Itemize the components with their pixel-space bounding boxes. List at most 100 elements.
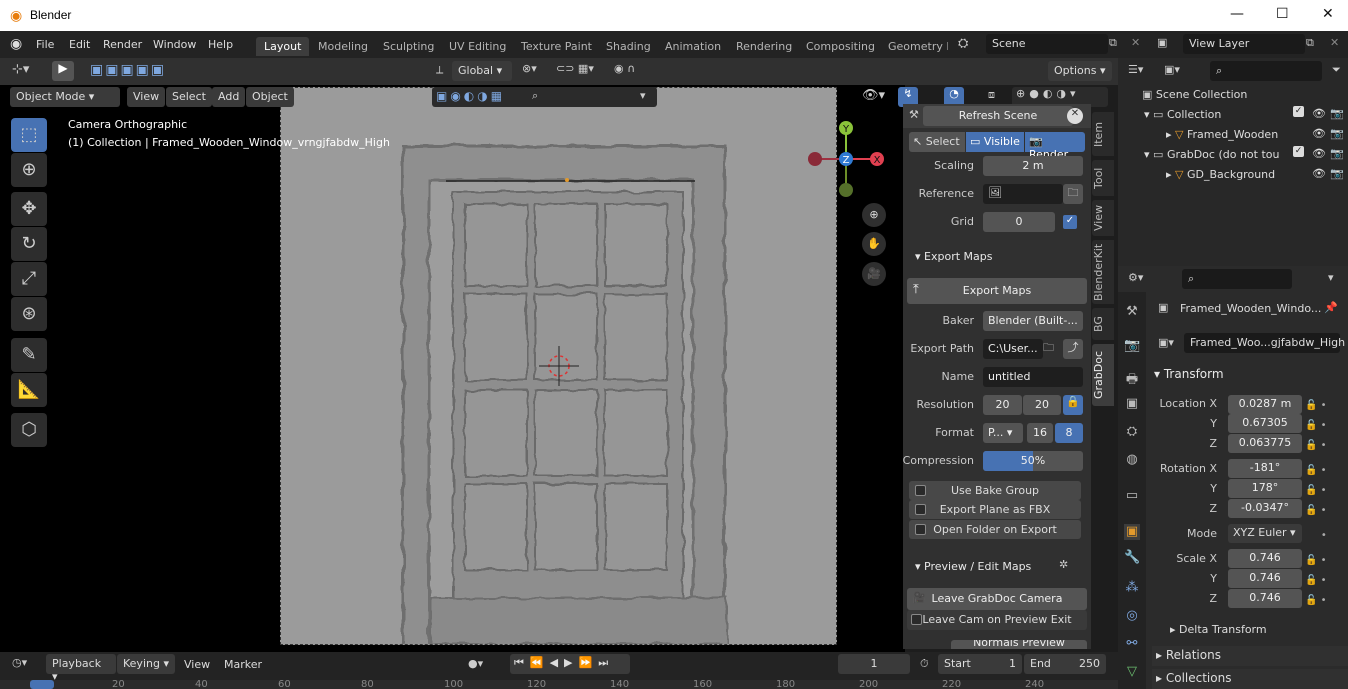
playback-controls[interactable]: ⏮⏪◀▶⏩⏭	[510, 654, 630, 674]
folder-icon[interactable]: 🗀	[1063, 184, 1083, 204]
minimize-icon[interactable]: —	[1230, 6, 1244, 22]
use-bake-group-toggle[interactable]: Use Bake Group	[909, 481, 1081, 500]
tab-grabdoc[interactable]: GrabDoc	[1092, 344, 1114, 406]
outliner-item-gd-background[interactable]: ▸ ▽ GD_Background	[1166, 165, 1275, 185]
browse-icon[interactable]: ⤴	[1063, 339, 1083, 359]
timeline-view-menu[interactable]: View	[184, 658, 210, 671]
view-layer-icon[interactable]: ▣	[1124, 396, 1140, 412]
scale-x-field[interactable]: 0.746	[1228, 549, 1302, 568]
image-icon[interactable]: 🖼	[983, 184, 1063, 204]
selection-mode-icons[interactable]: ▣▣▣▣▣	[90, 62, 166, 78]
start-frame-field[interactable]: Start 1	[938, 654, 1022, 674]
rotation-z-field[interactable]: -0.0347°	[1228, 499, 1302, 518]
chevron-down-icon[interactable]: ▾	[640, 89, 646, 102]
tab-geometry-nodes[interactable]: Geometry N	[880, 37, 948, 56]
bitdepth-16-button[interactable]: 16	[1027, 423, 1053, 443]
editor-type-icon[interactable]: ⊹▾	[12, 62, 29, 77]
outliner-item-grabdoc[interactable]: ▾ ▭ GrabDoc (do not tou	[1144, 145, 1279, 165]
tab-sculpting[interactable]: Sculpting	[375, 37, 442, 56]
outliner-editor-icon[interactable]: ☰▾	[1128, 63, 1143, 76]
refresh-scene-button[interactable]: Refresh Scene	[923, 106, 1073, 126]
collection-checkbox[interactable]: ✓	[1293, 106, 1304, 117]
transform-tool[interactable]: ⊛	[11, 297, 47, 331]
grabdoc-checkbox[interactable]: ✓	[1293, 146, 1304, 157]
record-icon[interactable]: ●▾	[468, 657, 483, 670]
location-z-field[interactable]: 0.063775	[1228, 434, 1302, 453]
keyframe-dot[interactable]: •	[1305, 526, 1345, 546]
export-plane-fbx-toggle[interactable]: Export Plane as FBX	[909, 500, 1081, 519]
select-toggle[interactable]: ↖ Select	[909, 132, 965, 152]
pin-icon[interactable]: 📌	[1324, 301, 1338, 314]
select-box-tool[interactable]: ⬚	[11, 118, 47, 152]
modifier-wrench-icon[interactable]: 🔧	[1124, 550, 1140, 566]
baker-dropdown[interactable]: Blender (Built-...	[983, 311, 1083, 331]
add-cube-tool[interactable]: ⬡	[11, 413, 47, 447]
delete-scene-icon[interactable]: ✕	[1131, 36, 1140, 49]
data-icon[interactable]: ▽	[1124, 664, 1140, 680]
location-x-field[interactable]: 0.0287 m	[1228, 395, 1302, 414]
rotation-y-field[interactable]: 178°	[1228, 479, 1302, 498]
leave-camera-button[interactable]: 🎥 Leave GrabDoc Camera	[907, 588, 1087, 610]
mesh-name-field[interactable]: Framed_Woo...gjfabdw_High	[1184, 333, 1345, 353]
location-y-field[interactable]: 0.67305	[1228, 414, 1302, 433]
chevron-down-icon[interactable]: ▾	[1328, 271, 1334, 284]
tab-bg[interactable]: BG	[1092, 308, 1114, 340]
timeline-editor-icon[interactable]: ◷▾	[12, 656, 27, 669]
relations-header[interactable]: ▸ Relations	[1152, 646, 1348, 666]
camera-icon[interactable]: 📷	[1330, 107, 1344, 120]
use-bake-group-checkbox[interactable]	[915, 485, 926, 496]
open-folder-checkbox[interactable]	[915, 524, 926, 535]
maximize-icon[interactable]: ☐	[1276, 6, 1289, 22]
collection-icon[interactable]: ▭	[1124, 488, 1140, 504]
open-folder-toggle[interactable]: Open Folder on Export	[909, 520, 1081, 539]
lock-icon[interactable]: 🔓 •	[1305, 591, 1345, 611]
tab-compositing[interactable]: Compositing	[798, 37, 883, 56]
menu-window[interactable]: Window	[153, 38, 196, 51]
render-toggle[interactable]: 📷 Render	[1025, 132, 1085, 161]
navigation-gizmo[interactable]: Y X Z	[805, 118, 895, 202]
resolution-x-field[interactable]: 20	[983, 395, 1022, 415]
export-maps-button[interactable]: ⤒ Export Maps	[907, 278, 1087, 304]
tab-shading[interactable]: Shading	[598, 37, 659, 56]
menu-file[interactable]: File	[36, 38, 54, 51]
grid-field[interactable]: 0	[983, 212, 1055, 232]
export-path-field[interactable]: C:\User...	[983, 339, 1043, 359]
camera-icon[interactable]: 📷	[1330, 127, 1344, 140]
shading-mode-icons[interactable]: ▣◉◐◑▦	[436, 89, 505, 103]
rotation-mode-dropdown[interactable]: XYZ Euler ▾	[1228, 524, 1302, 543]
name-field[interactable]: untitled	[983, 367, 1083, 387]
lock-icon[interactable]: 🔓 •	[1305, 461, 1345, 481]
lock-icon[interactable]: 🔓 •	[1305, 501, 1345, 521]
eye-icon[interactable]: 👁	[1312, 147, 1326, 160]
tab-blenderkit[interactable]: BlenderKit	[1092, 240, 1114, 304]
scene-field[interactable]: Scene	[986, 34, 1108, 54]
clock-icon[interactable]: ⏱	[920, 657, 929, 671]
output-icon[interactable]: 🖶	[1124, 370, 1140, 387]
compression-slider[interactable]: 50%	[983, 451, 1083, 471]
tab-uv-editing[interactable]: UV Editing	[441, 37, 514, 56]
scaling-field[interactable]: 2 m	[983, 156, 1083, 176]
end-frame-field[interactable]: End 250	[1024, 654, 1106, 674]
lock-icon[interactable]: 🔓 •	[1305, 416, 1345, 436]
settings-icon[interactable]: ✲	[1059, 558, 1068, 571]
camera-icon[interactable]: 📷	[1330, 147, 1344, 160]
orientation-dropdown[interactable]: Global ▾	[452, 61, 512, 81]
delta-transform-header[interactable]: ▸ Delta Transform	[1170, 623, 1267, 636]
close-icon[interactable]: ✕	[1067, 108, 1083, 124]
lock-icon[interactable]: 🔓 •	[1305, 551, 1345, 571]
physics-icon[interactable]: ◎	[1124, 608, 1140, 624]
add-menu[interactable]: Add	[212, 87, 246, 107]
view-menu[interactable]: View	[127, 87, 166, 107]
tab-rendering[interactable]: Rendering	[728, 37, 800, 56]
tab-tool[interactable]: Tool	[1092, 160, 1114, 196]
keying-menu[interactable]: Keying ▾	[117, 654, 175, 674]
view-layer-field[interactable]: View Layer	[1183, 34, 1305, 54]
eye-icon[interactable]: 👁	[1312, 167, 1326, 180]
leave-cam-exit-toggle[interactable]: Leave Cam on Preview Exit	[907, 610, 1087, 630]
xray-icon[interactable]: ⧈	[988, 88, 995, 102]
bitdepth-8-button[interactable]: 8	[1055, 423, 1083, 443]
tab-item[interactable]: Item	[1092, 112, 1114, 156]
proportional-edit-icon[interactable]: ◉ ∩	[614, 62, 635, 75]
visible-toggle[interactable]: ▭ Visible	[966, 132, 1024, 152]
move-tool[interactable]: ✥	[11, 192, 47, 226]
